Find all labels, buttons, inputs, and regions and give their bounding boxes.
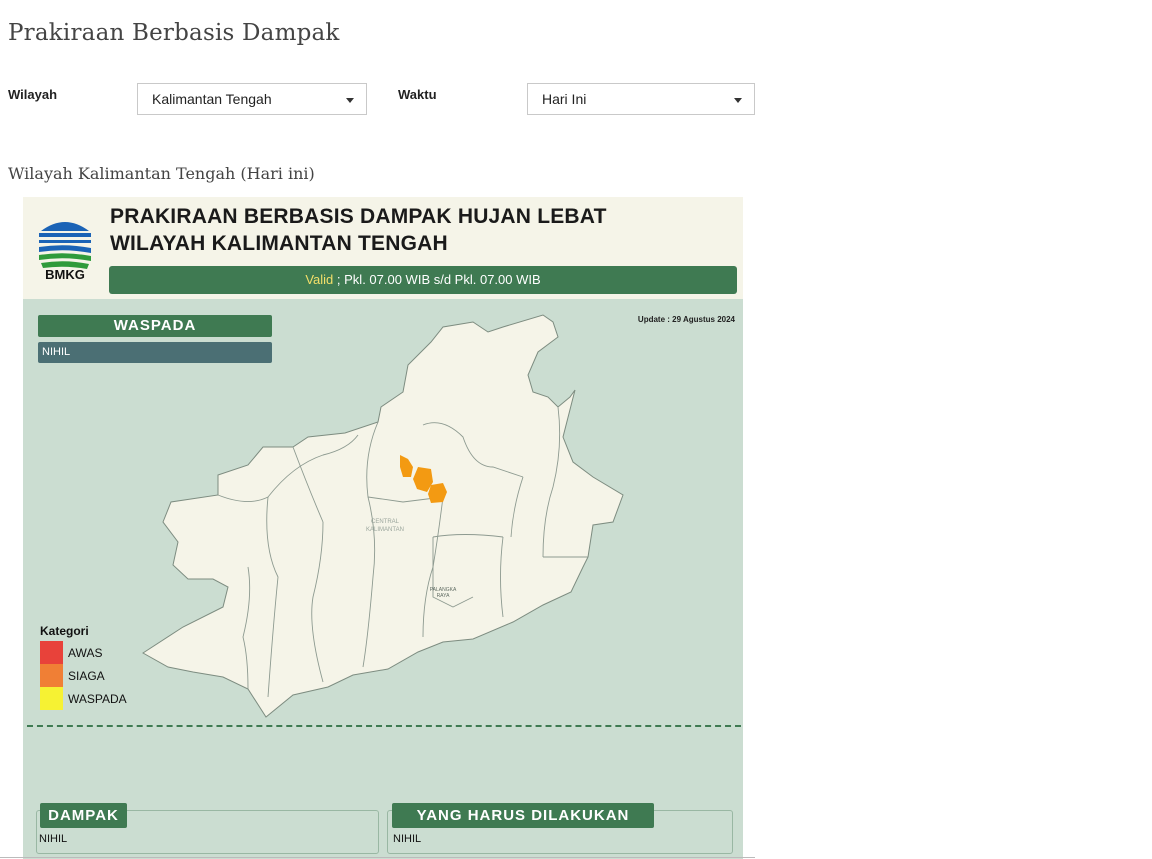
valid-word: Valid	[305, 272, 334, 287]
legend-swatch-awas	[40, 641, 63, 664]
legend-item-awas: AWAS	[40, 641, 127, 664]
legend-swatch-waspada	[40, 687, 63, 710]
map-legend: Kategori AWAS SIAGA WASPADA	[40, 624, 127, 710]
content-bottom-border	[0, 857, 755, 858]
bmkg-logo-text: BMKG	[45, 267, 85, 282]
infographic-title-line-1: PRAKIRAAN BERBASIS DAMPAK HUJAN LEBAT	[110, 205, 607, 228]
legend-label-siaga: SIAGA	[68, 668, 105, 683]
map-label-kalimantan: KALIMANTAN	[366, 527, 404, 533]
section-divider	[27, 725, 741, 727]
valid-period-bar: Valid ; Pkl. 07.00 WIB s/d Pkl. 07.00 WI…	[109, 266, 737, 294]
province-outline	[142, 314, 624, 718]
page-title: Prakiraan Berbasis Dampak	[8, 20, 340, 46]
dampak-value: NIHIL	[39, 833, 68, 845]
waktu-select[interactable]: Hari Ini	[527, 83, 755, 115]
impact-forecast-infographic: BMKG PRAKIRAAN BERBASIS DAMPAK HUJAN LEB…	[23, 197, 743, 859]
chevron-down-icon	[734, 98, 742, 103]
waspada-value: NIHIL	[38, 342, 272, 363]
infographic-title-line-2: WILAYAH KALIMANTAN TENGAH	[110, 232, 448, 255]
region-map: CENTRAL KALIMANTAN PALANGKA RAYA	[142, 314, 624, 718]
update-date: Update : 29 Agustus 2024	[637, 315, 735, 324]
wilayah-select-value: Kalimantan Tengah	[152, 91, 272, 107]
dampak-heading: DAMPAK	[40, 803, 127, 828]
legend-swatch-siaga	[40, 664, 63, 687]
waktu-select-value: Hari Ini	[542, 91, 587, 107]
yang-harus-dilakukan-heading: YANG HARUS DILAKUKAN	[392, 803, 654, 828]
valid-period-text: ; Pkl. 07.00 WIB s/d Pkl. 07.00 WIB	[333, 272, 541, 287]
waktu-label: Waktu	[398, 87, 437, 102]
legend-label-awas: AWAS	[68, 645, 103, 660]
infographic-header: BMKG PRAKIRAAN BERBASIS DAMPAK HUJAN LEB…	[23, 197, 743, 299]
wilayah-select[interactable]: Kalimantan Tengah	[137, 83, 367, 115]
wilayah-label: Wilayah	[8, 87, 58, 102]
legend-label-waspada: WASPADA	[68, 691, 127, 706]
legend-item-waspada: WASPADA	[40, 687, 127, 710]
legend-item-siaga: SIAGA	[40, 664, 127, 687]
map-label-raya: RAYA	[437, 593, 451, 599]
waspada-heading: WASPADA	[38, 315, 272, 337]
region-subtitle: Wilayah Kalimantan Tengah (Hari ini)	[8, 164, 315, 183]
legend-title: Kategori	[40, 624, 89, 638]
yang-harus-dilakukan-value: NIHIL	[393, 833, 422, 845]
chevron-down-icon	[346, 98, 354, 103]
map-label-central: CENTRAL	[371, 519, 400, 525]
